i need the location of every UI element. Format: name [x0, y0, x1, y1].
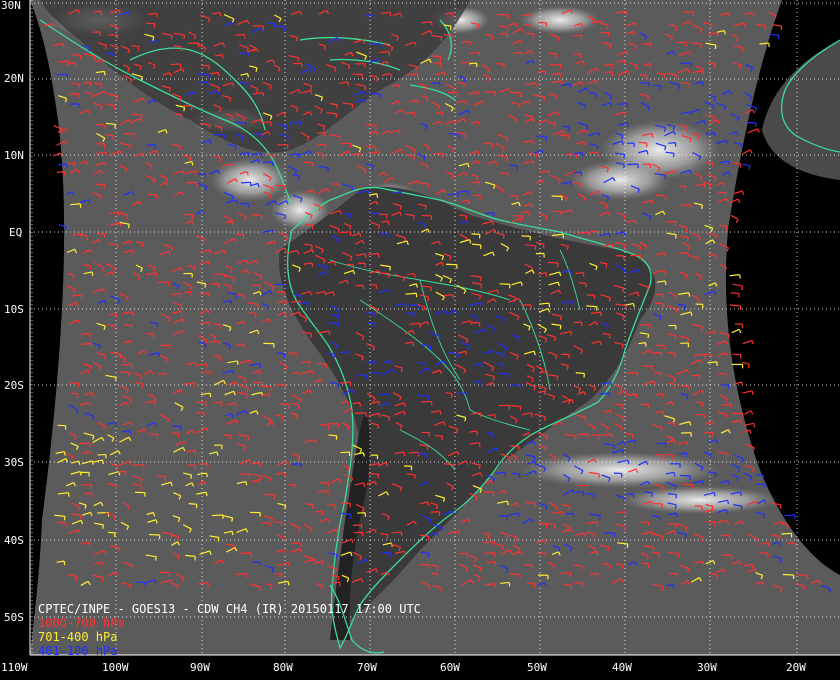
lat-label: 50S: [4, 611, 24, 624]
cloud-mass: [620, 486, 780, 514]
lon-label: 50W: [527, 661, 547, 674]
lat-label: 10N: [4, 149, 24, 162]
lon-label: 30W: [697, 661, 717, 674]
lat-label: 30S: [4, 456, 24, 469]
lat-label: 30N: [1, 0, 21, 12]
lon-label: 60W: [440, 661, 460, 674]
lat-label: 20N: [4, 72, 24, 85]
lon-label: 90W: [190, 661, 210, 674]
cloud-mass: [210, 158, 290, 202]
lat-label: 20S: [4, 379, 24, 392]
cloud-mass: [520, 6, 600, 34]
legend-entry-mid-level: 701-400 hPa: [38, 630, 118, 644]
cloud-mass: [520, 452, 720, 488]
legend-entry-low-level: 1000-700 hPa: [38, 616, 125, 630]
lon-label: 40W: [612, 661, 632, 674]
lon-label: 110W: [1, 661, 28, 674]
lon-label: 100W: [102, 661, 129, 674]
lon-label: 80W: [273, 661, 293, 674]
lon-label: 20W: [786, 661, 806, 674]
legend-title: CPTEC/INPE - GOES13 - CDW CH4 (IR) 20150…: [38, 602, 421, 616]
legend-entry-high-level: 401-100 hPa: [38, 644, 118, 658]
lat-label: EQ: [9, 226, 22, 239]
lat-label: 40S: [4, 534, 24, 547]
satellite-wind-map: 30N 20N 10N EQ 10S 20S 30S 40S 50S 110W …: [0, 0, 840, 680]
lon-label: 70W: [357, 661, 377, 674]
lat-label: 10S: [4, 303, 24, 316]
